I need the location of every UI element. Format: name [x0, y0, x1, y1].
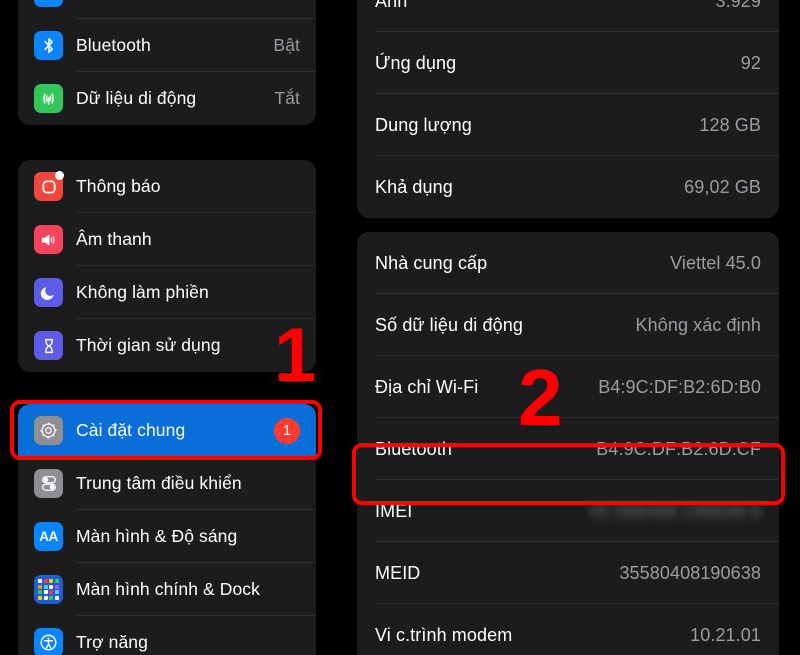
status-badge: 1	[274, 417, 300, 444]
sidebar-item-display-brightness[interactable]: AA Màn hình & Độ sáng	[18, 510, 316, 563]
aa-glyph: AA	[39, 529, 58, 544]
detail-row-meid: MEID 35580408190638	[357, 542, 779, 604]
detail-row-value: 69,02 GB	[684, 176, 761, 197]
imei-value-redacted: 35 588488 198638 6	[588, 500, 761, 521]
sidebar-item-wifi[interactable]	[18, 0, 316, 19]
sidebar-item-label: Thông báo	[76, 176, 161, 196]
control-center-icon	[34, 469, 63, 498]
sidebar-item-label: Âm thanh	[76, 229, 152, 249]
home-screen-dock-icon	[34, 575, 63, 604]
sidebar-item-sounds[interactable]: Âm thanh	[18, 213, 316, 266]
sidebar-item-cellular[interactable]: Dữ liệu di động Tắt	[18, 72, 316, 125]
detail-row-value: 3.929	[715, 0, 761, 11]
sidebar-group-notifications: Thông báo Âm thanh Không làm phiền Thời …	[18, 160, 316, 372]
sidebar-item-label: Không làm phiền	[76, 282, 209, 302]
detail-row-bluetooth-address: Bluetooth B4:9C:DF:B2:6D:CF	[357, 418, 779, 480]
detail-row-label: IMEI	[375, 500, 413, 521]
detail-row-modem-firmware: Vi c.trình modem 10.21.01	[357, 604, 779, 655]
gear-icon	[34, 416, 63, 445]
detail-row-label: Khả dụng	[375, 176, 453, 197]
detail-row-value: Viettel 45.0	[670, 252, 761, 273]
detail-row-capacity: Dung lượng 128 GB	[357, 94, 779, 156]
sidebar-item-label: Màn hình chính & Dock	[76, 579, 261, 599]
detail-row-value: B4:9C:DF:B2:6D:B0	[598, 376, 761, 397]
app-grid-glyph	[38, 579, 59, 600]
detail-row-label: Số dữ liệu di động	[375, 314, 523, 335]
detail-row-label: Bluetooth	[375, 438, 452, 459]
do-not-disturb-icon	[34, 278, 63, 307]
detail-row-imei[interactable]: IMEI 35 588488 198638 6	[357, 480, 779, 542]
settings-screen: Bluetooth Bật Dữ liệu di động Tắt Thông …	[0, 0, 800, 655]
detail-row-value: 10.21.01	[690, 624, 761, 645]
sidebar-item-label: Bluetooth	[76, 35, 151, 55]
sidebar-item-value: Bật	[273, 35, 300, 55]
sidebar-item-notifications[interactable]: Thông báo	[18, 160, 316, 213]
sidebar-item-label: Cài đặt chung	[76, 420, 186, 440]
detail-group-network: Nhà cung cấp Viettel 45.0 Số dữ liệu di …	[357, 232, 779, 655]
sidebar-item-label: Màn hình & Độ sáng	[76, 526, 238, 546]
detail-row-label: MEID	[375, 562, 421, 583]
detail-row-value: 92	[740, 52, 761, 73]
detail-group-storage: Ảnh 3.929 Ứng dụng 92 Dung lượng 128 GB …	[357, 0, 779, 218]
bluetooth-icon	[34, 31, 63, 60]
sounds-icon	[34, 225, 63, 254]
detail-row-value: Không xác định	[635, 314, 761, 335]
detail-row-value: 35580408190638	[619, 562, 761, 583]
notification-dot-icon	[55, 171, 64, 180]
detail-row-label: Vi c.trình modem	[375, 624, 513, 645]
detail-row-value: B4:9C:DF:B2:6D:CF	[596, 438, 761, 459]
detail-row-label: Dung lượng	[375, 114, 472, 135]
display-brightness-icon: AA	[34, 522, 63, 551]
sidebar-item-label: Trung tâm điều khiển	[76, 473, 242, 493]
detail-row-carrier: Nhà cung cấp Viettel 45.0	[357, 232, 779, 294]
sidebar-item-home-screen-dock[interactable]: Màn hình chính & Dock	[18, 563, 316, 616]
sidebar-group-connectivity: Bluetooth Bật Dữ liệu di động Tắt	[18, 0, 316, 125]
sidebar-item-value: Tắt	[274, 88, 300, 108]
detail-row-label: Ứng dụng	[375, 52, 457, 73]
settings-detail-pane: Ảnh 3.929 Ứng dụng 92 Dung lượng 128 GB …	[334, 0, 800, 655]
sidebar-item-do-not-disturb[interactable]: Không làm phiền	[18, 266, 316, 319]
sidebar-item-label: Trợ năng	[76, 632, 148, 652]
sidebar-item-control-center[interactable]: Trung tâm điều khiển	[18, 457, 316, 510]
sidebar-group-general: Cài đặt chung 1 Trung tâm điều khiển AA …	[18, 404, 316, 655]
sidebar-item-label: Thời gian sử dụng	[76, 335, 221, 355]
detail-row-label: Ảnh	[375, 0, 408, 11]
sidebar-item-accessibility[interactable]: Trợ năng	[18, 616, 316, 655]
sidebar-item-general[interactable]: Cài đặt chung 1	[18, 404, 316, 457]
screen-time-icon	[34, 331, 63, 360]
detail-row-available: Khả dụng 69,02 GB	[357, 156, 779, 218]
wifi-icon	[34, 0, 63, 7]
sidebar-item-label: Dữ liệu di động	[76, 88, 197, 108]
sidebar-item-screen-time[interactable]: Thời gian sử dụng	[18, 319, 316, 372]
detail-row-photos: Ảnh 3.929	[357, 0, 779, 32]
sidebar-item-bluetooth[interactable]: Bluetooth Bật	[18, 19, 316, 72]
detail-row-wifi-address: Địa chỉ Wi-Fi B4:9C:DF:B2:6D:B0	[357, 356, 779, 418]
detail-row-applications: Ứng dụng 92	[357, 32, 779, 94]
settings-sidebar: Bluetooth Bật Dữ liệu di động Tắt Thông …	[0, 0, 334, 655]
detail-row-label: Địa chỉ Wi-Fi	[375, 376, 479, 397]
accessibility-icon	[34, 628, 63, 655]
cellular-icon	[34, 84, 63, 113]
detail-row-label: Nhà cung cấp	[375, 252, 488, 273]
notifications-icon	[34, 171, 64, 201]
detail-row-value: 128 GB	[699, 114, 761, 135]
detail-row-cellular-number: Số dữ liệu di động Không xác định	[357, 294, 779, 356]
